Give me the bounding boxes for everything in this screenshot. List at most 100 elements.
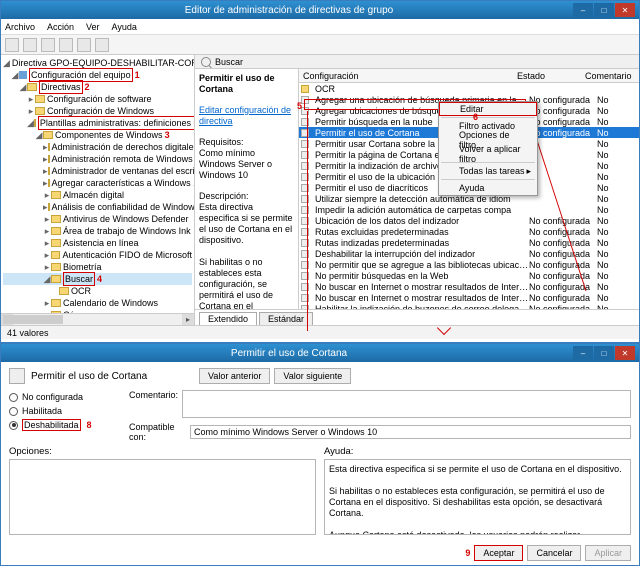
tree-item[interactable]: ▸Autenticación FIDO de Microsoft [3,249,192,261]
col-state[interactable]: Estado [517,71,585,81]
ctx-help[interactable]: Ayuda [439,181,537,195]
folder-icon [48,203,50,211]
detail-desc-label: Descripción: [199,191,249,201]
tree-item[interactable]: ▸Área de trabajo de Windows Ink [3,225,192,237]
folder-icon [34,119,36,127]
detail-title: Permitir el uso de Cortana [199,73,275,94]
folder-icon [51,251,61,259]
toolbar-up-icon[interactable] [41,38,55,52]
context-menu: Editar Filtro activado Opciones de filtr… [438,101,538,196]
list-row[interactable]: No buscar en Internet o mostrar resultad… [299,281,639,292]
search-icon [201,57,211,67]
tree-software[interactable]: Configuración de software [47,93,152,105]
list-row[interactable]: Habilitar la indización de buzones de co… [299,303,639,309]
detail-desc-text: Esta directiva especifica si se permite … [199,202,295,309]
col-comment[interactable]: Comentario [585,71,627,81]
folder-icon [51,227,61,235]
toolbar-refresh-icon[interactable] [59,38,73,52]
tree-item[interactable]: ▸Almacén digital [3,189,192,201]
policy-tree[interactable]: ◢Directiva GPO-EQUIPO-DESHABILITAR-CORTA… [1,55,195,325]
compat-label: Compatible con: [129,422,186,442]
annot-line [307,111,308,331]
scroll-right-icon[interactable]: ▸ [182,314,194,325]
tree-search[interactable]: Buscar [65,274,93,284]
help-label: Ayuda: [324,446,631,457]
toolbar-help-icon[interactable] [77,38,91,52]
menu-help[interactable]: Ayuda [112,22,137,32]
minimize-button[interactable]: – [573,3,593,17]
policy-dialog: Permitir el uso de Cortana – □ ✕ Permiti… [0,343,640,566]
comment-textbox[interactable] [182,390,631,418]
tree-hscroll[interactable]: ◂ ▸ [1,313,194,325]
dlg-titlebar: Permitir el uso de Cortana – □ ✕ [1,344,639,362]
apply-button[interactable]: Aplicar [585,545,631,561]
tree-item[interactable]: ▸Análisis de confiabilidad de Windows [3,201,192,213]
opt-disabled[interactable]: Deshabilitada8 [9,418,123,432]
list-row[interactable]: Impedir la adición automática de carpeta… [299,204,639,215]
tree-item[interactable]: ▸Biometría [3,261,192,273]
tree-item[interactable]: ▸Agregar características a Windows 10 [3,177,192,189]
tab-extended[interactable]: Extendido [199,312,257,325]
detail-tabs: Extendido Estándar [195,309,639,325]
list-row[interactable]: OCR [299,83,639,94]
list-row[interactable]: Deshabilitar la interrupción del indizad… [299,248,639,259]
toolbar-back-icon[interactable] [5,38,19,52]
list-row[interactable]: Rutas excluidas predeterminadasNo config… [299,226,639,237]
tree-item[interactable]: ▸Antivirus de Windows Defender [3,213,192,225]
scroll-thumb[interactable] [3,315,63,324]
cancel-button[interactable]: Cancelar [527,545,581,561]
tree-item[interactable]: ▸Administrador de ventanas del escritori… [3,165,192,177]
menu-file[interactable]: Archivo [5,22,35,32]
close-button[interactable]: ✕ [615,3,635,17]
folder-icon [59,287,69,295]
list-row[interactable]: Rutas indizadas predeterminadasNo config… [299,237,639,248]
folder-icon [48,167,50,175]
folder-icon [51,299,61,307]
tree-item[interactable]: ▸Administración remota de Windows (WinRM… [3,153,192,165]
folder-icon [48,179,50,187]
ok-button[interactable]: Aceptar [474,545,523,561]
tree-admtemplates[interactable]: Plantillas administrativas: definiciones… [40,118,195,128]
toolbar-filter-icon[interactable] [95,38,109,52]
annot-4: 4 [97,273,102,285]
opt-enabled[interactable]: Habilitada [9,404,123,418]
folder-icon [48,155,50,163]
computer-config-icon [19,71,27,79]
dlg-close-button[interactable]: ✕ [615,346,635,360]
tree-wincomponents[interactable]: Componentes de Windows [55,129,163,141]
folder-icon [51,239,61,247]
menubar: Archivo Acción Ver Ayuda [1,19,639,35]
next-setting-button[interactable]: Valor siguiente [274,368,351,384]
prev-setting-button[interactable]: Valor anterior [199,368,270,384]
detail-edit-link[interactable]: Editar configuración de directiva [199,105,291,126]
menu-action[interactable]: Acción [47,22,74,32]
ctx-all-tasks[interactable]: Todas las tareas▸ [439,164,537,178]
ctx-edit[interactable]: Editar [439,102,537,116]
submenu-arrow-icon: ▸ [526,166,531,177]
tree-item[interactable]: ▸Administración de derechos digitales de… [3,141,192,153]
list-row[interactable]: No permitir búsquedas en la WebNo config… [299,270,639,281]
list-row[interactable]: Ubicación de los datos del indizadorNo c… [299,215,639,226]
tree-item[interactable]: ▸Calendario de Windows [3,297,192,309]
dlg-minimize-button[interactable]: – [573,346,593,360]
tree-item[interactable]: ▸Asistencia en línea [3,237,192,249]
options-panel [9,459,316,535]
dlg-heading: Permitir el uso de Cortana [31,371,147,382]
annot-6: 6 [473,112,478,122]
list-row[interactable]: No permitir que se agregue a las bibliot… [299,259,639,270]
list-row[interactable]: No buscar en Internet o mostrar resultad… [299,292,639,303]
ctx-filter-reapply[interactable]: Volver a aplicar filtro [439,147,537,161]
dlg-maximize-button[interactable]: □ [594,346,614,360]
col-config[interactable]: Configuración [299,71,517,81]
dlg-title: Permitir el uso de Cortana [5,348,573,359]
maximize-button[interactable]: □ [594,3,614,17]
tab-standard[interactable]: Estándar [259,312,313,325]
folder-icon [51,191,61,199]
menu-view[interactable]: Ver [86,22,100,32]
tree-computer-config[interactable]: Configuración del equipo [31,70,131,80]
tree-ocr[interactable]: OCR [71,285,91,297]
tree-policies[interactable]: Directivas [41,82,81,92]
toolbar-fwd-icon[interactable] [23,38,37,52]
opt-not-configured[interactable]: No configurada [9,390,123,404]
toolbar [1,35,639,55]
